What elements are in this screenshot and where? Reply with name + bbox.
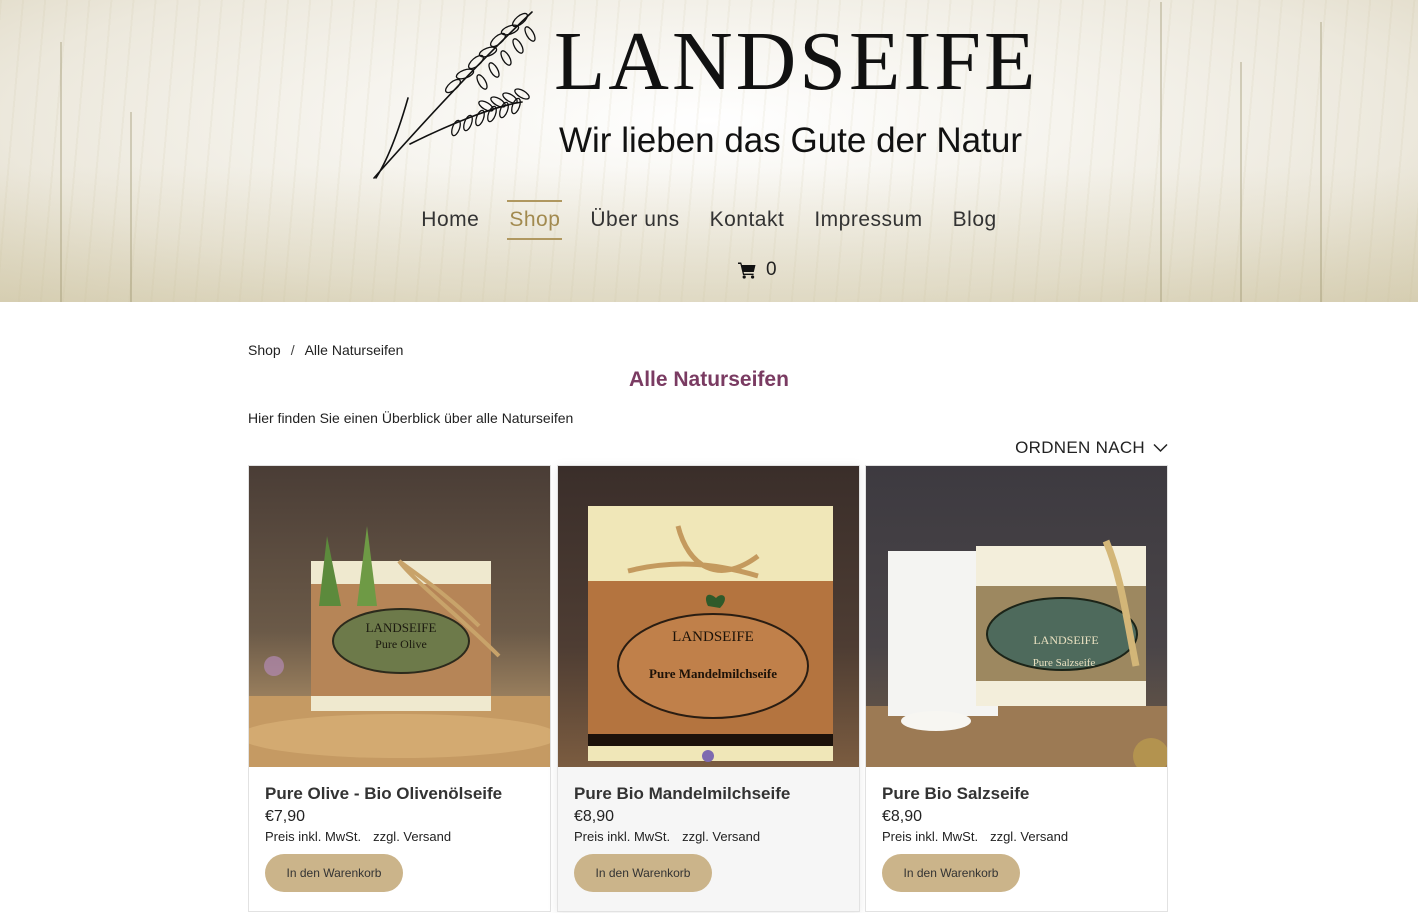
tax-note: Preis inkl. MwSt.: [265, 829, 362, 844]
nav-item-impressum[interactable]: Impressum: [812, 200, 924, 240]
product-grid: Pure Olive LANDSEIFE Pure Olive - Bio Ol…: [248, 465, 1168, 913]
lavender-sprig-icon: [373, 11, 536, 179]
product-price: €7,90: [265, 808, 306, 825]
product-name[interactable]: Pure Olive - Bio Olivenölseife: [265, 784, 540, 804]
product-label-brand: LANDSEIFE: [672, 629, 754, 645]
add-to-cart-button[interactable]: In den Warenkorb: [265, 854, 403, 892]
nav-item-shop[interactable]: Shop: [507, 200, 563, 240]
product-price: €8,90: [574, 808, 615, 825]
chevron-down-icon: [1153, 443, 1168, 453]
breadcrumb-current: Alle Naturseifen: [304, 342, 404, 358]
header-decoration: [1160, 2, 1162, 302]
main-nav: Home Shop Über uns Kontakt Impressum Blog: [0, 200, 1418, 242]
product-label-brand: LANDSEIFE: [1033, 633, 1098, 647]
logo-subtitle: Wir lieben das Gute der Natur: [559, 121, 1022, 160]
page-title: Alle Naturseifen: [629, 368, 789, 391]
site-header: LANDSEIFE Wir lieben das Gute der Natur …: [0, 0, 1418, 302]
product-name[interactable]: Pure Bio Mandelmilchseife: [574, 784, 849, 804]
product-label-text: Pure Salzseife: [1033, 657, 1096, 669]
nav-item-blog[interactable]: Blog: [951, 200, 999, 240]
shipping-note[interactable]: zzgl. Versand: [373, 829, 451, 844]
product-tax-info: Preis inkl. MwSt. zzgl. Versand: [574, 829, 849, 844]
product-label-text: Pure Mandelmilchseife: [649, 666, 777, 681]
add-to-cart-button[interactable]: In den Warenkorb: [882, 854, 1020, 892]
sort-dropdown[interactable]: ORDNEN NACH: [1015, 438, 1168, 458]
shipping-note[interactable]: zzgl. Versand: [682, 829, 760, 844]
breadcrumb-shop-link[interactable]: Shop: [248, 342, 281, 358]
product-card[interactable]: LANDSEIFE Pure Salzseife Pure Bio Salzse…: [865, 465, 1168, 912]
add-to-cart-button[interactable]: In den Warenkorb: [574, 854, 712, 892]
sort-label: ORDNEN NACH: [1015, 438, 1145, 457]
cart-count: 0: [766, 259, 777, 280]
product-card[interactable]: LANDSEIFE Pure Mandelmilchseife Pure Bio…: [557, 465, 860, 912]
product-image[interactable]: LANDSEIFE Pure Mandelmilchseife: [558, 466, 859, 767]
nav-item-home[interactable]: Home: [419, 200, 481, 240]
header-decoration: [1320, 22, 1322, 302]
product-info: Pure Olive - Bio Olivenölseife €7,90 Pre…: [265, 784, 540, 844]
header-decoration: [60, 42, 62, 302]
product-tax-info: Preis inkl. MwSt. zzgl. Versand: [265, 829, 540, 844]
cart-link[interactable]: 0: [738, 258, 777, 282]
product-card[interactable]: Pure Olive LANDSEIFE Pure Olive - Bio Ol…: [248, 465, 551, 912]
nav-item-kontakt[interactable]: Kontakt: [708, 200, 787, 240]
product-label-brand: LANDSEIFE: [366, 620, 437, 635]
product-tax-info: Preis inkl. MwSt. zzgl. Versand: [882, 829, 1157, 844]
product-image[interactable]: Pure Olive LANDSEIFE: [249, 466, 550, 767]
nav-item-ueber-uns[interactable]: Über uns: [588, 200, 681, 240]
product-info: Pure Bio Salzseife €8,90 Preis inkl. MwS…: [882, 784, 1157, 844]
product-image[interactable]: LANDSEIFE Pure Salzseife: [866, 466, 1167, 767]
product-label-text: Pure Olive: [375, 637, 427, 651]
header-decoration: [1240, 62, 1242, 302]
logo-title: LANDSEIFE: [554, 15, 1039, 108]
breadcrumb-separator: /: [290, 342, 295, 358]
shopping-cart-icon: [738, 262, 756, 279]
page-intro: Hier finden Sie einen Überblick über all…: [248, 410, 574, 426]
breadcrumb: Shop / Alle Naturseifen: [248, 342, 403, 358]
product-info: Pure Bio Mandelmilchseife €8,90 Preis in…: [574, 784, 849, 844]
site-logo[interactable]: LANDSEIFE Wir lieben das Gute der Natur: [370, 6, 1060, 184]
tax-note: Preis inkl. MwSt.: [882, 829, 979, 844]
product-name[interactable]: Pure Bio Salzseife: [882, 784, 1157, 804]
product-price: €8,90: [882, 808, 923, 825]
shipping-note[interactable]: zzgl. Versand: [990, 829, 1068, 844]
tax-note: Preis inkl. MwSt.: [574, 829, 671, 844]
